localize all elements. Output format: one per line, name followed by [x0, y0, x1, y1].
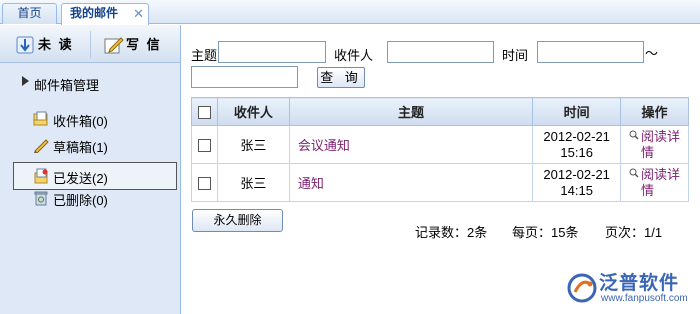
logo-mark-icon	[567, 273, 597, 303]
table-row: 张三 通知 2012-02-21 14:15 阅读详 情	[191, 163, 689, 202]
mail-toolbar: 未 读 写 信	[0, 25, 180, 63]
row-action: 阅读详 情	[620, 163, 689, 202]
unread-button[interactable]: 未 读	[16, 34, 80, 56]
permanent-delete-button[interactable]: 永久删除	[192, 209, 283, 232]
read-detail-line2: 情	[641, 144, 655, 160]
row-date: 2012-02-21	[543, 166, 610, 182]
drafts-icon	[34, 139, 49, 153]
header-subject: 主题	[288, 97, 534, 126]
row-recipient: 张三	[216, 125, 290, 164]
header-recipient: 收件人	[216, 97, 290, 126]
mailbox-manager-label: 邮件箱管理	[34, 78, 100, 93]
select-all-checkbox[interactable]	[197, 106, 211, 120]
header-time: 时间	[532, 97, 622, 126]
fanpu-logo: 泛普软件 www.fanpusoft.com	[566, 268, 694, 310]
mail-table: 收件人 主题 时间 操作 张三 会议通知 2012-02-21 15:16 阅读…	[191, 97, 689, 202]
read-detail-line1: 阅读详	[641, 166, 681, 182]
header-action: 操作	[620, 97, 689, 126]
per-page: 每页：15条	[512, 225, 579, 240]
trash-icon	[34, 191, 48, 206]
logo-url: www.fanpusoft.com	[601, 293, 688, 304]
row-clock: 15:16	[560, 144, 593, 160]
tab-home[interactable]: 首页	[2, 3, 57, 24]
folder-inbox-label: 收件箱(0)	[53, 114, 108, 129]
row-clock: 14:15	[560, 182, 593, 198]
time-to-input[interactable]	[191, 66, 298, 88]
select-all-header	[191, 97, 218, 126]
search-button[interactable]: 查 询	[317, 67, 365, 88]
folder-sent-label: 已发送(2)	[53, 171, 108, 186]
subject-input[interactable]	[218, 41, 326, 63]
expand-arrow-icon	[22, 76, 29, 86]
write-mail-button[interactable]: 写 信	[104, 34, 168, 56]
read-detail-link[interactable]: 阅读详 情	[629, 167, 680, 199]
folder-sent[interactable]: 已发送(2)	[13, 162, 177, 190]
row-subject-link[interactable]: 通知	[288, 163, 534, 202]
tab-bar: 首页 我的邮件 ✕	[0, 0, 700, 25]
down-arrow-icon	[16, 36, 34, 54]
table-row: 张三 会议通知 2012-02-21 15:16 阅读详 情	[191, 125, 689, 164]
magnifier-icon	[629, 130, 639, 140]
inbox-icon	[33, 111, 48, 126]
row-time: 2012-02-21 14:15	[532, 163, 622, 202]
recipient-label: 收件人	[334, 48, 374, 63]
sent-icon	[34, 168, 48, 184]
time-separator: ～	[645, 46, 659, 61]
write-mail-label: 写 信	[126, 37, 162, 52]
mail-sidebar: 未 读 写 信 邮件箱管理 收件箱(0) 草稿箱(1) 已发送(2) 已删除(0…	[0, 25, 181, 314]
folder-deleted-label: 已删除(0)	[53, 193, 108, 208]
subject-label: 主题	[191, 48, 218, 63]
record-count: 记录数：2条	[415, 225, 488, 240]
row-subject-link[interactable]: 会议通知	[288, 125, 534, 164]
row-action: 阅读详 情	[620, 125, 689, 164]
folder-drafts-label: 草稿箱(1)	[53, 140, 108, 155]
close-icon[interactable]: ✕	[133, 4, 144, 23]
row-time: 2012-02-21 15:16	[532, 125, 622, 164]
tab-my-mail-label: 我的邮件	[70, 6, 119, 20]
row-date: 2012-02-21	[543, 128, 610, 144]
table-header-row: 收件人 主题 时间 操作	[191, 97, 689, 126]
tab-my-mail[interactable]: 我的邮件 ✕	[61, 3, 149, 25]
time-from-input[interactable]	[537, 41, 644, 63]
row-checkbox[interactable]	[197, 177, 211, 191]
read-detail-link[interactable]: 阅读详 情	[629, 129, 680, 161]
page-number: 页次：1/1	[605, 225, 663, 240]
time-label: 时间	[502, 48, 529, 63]
toolbar-divider	[90, 31, 91, 58]
read-detail-line1: 阅读详	[641, 128, 681, 144]
row-recipient: 张三	[216, 163, 290, 202]
pencil-icon	[104, 37, 124, 54]
logo-brand: 泛普软件	[599, 273, 680, 294]
unread-label: 未 读	[38, 37, 74, 52]
magnifier-icon	[629, 168, 639, 178]
row-checkbox[interactable]	[197, 139, 211, 153]
recipient-input[interactable]	[387, 41, 494, 63]
read-detail-line2: 情	[641, 182, 655, 198]
